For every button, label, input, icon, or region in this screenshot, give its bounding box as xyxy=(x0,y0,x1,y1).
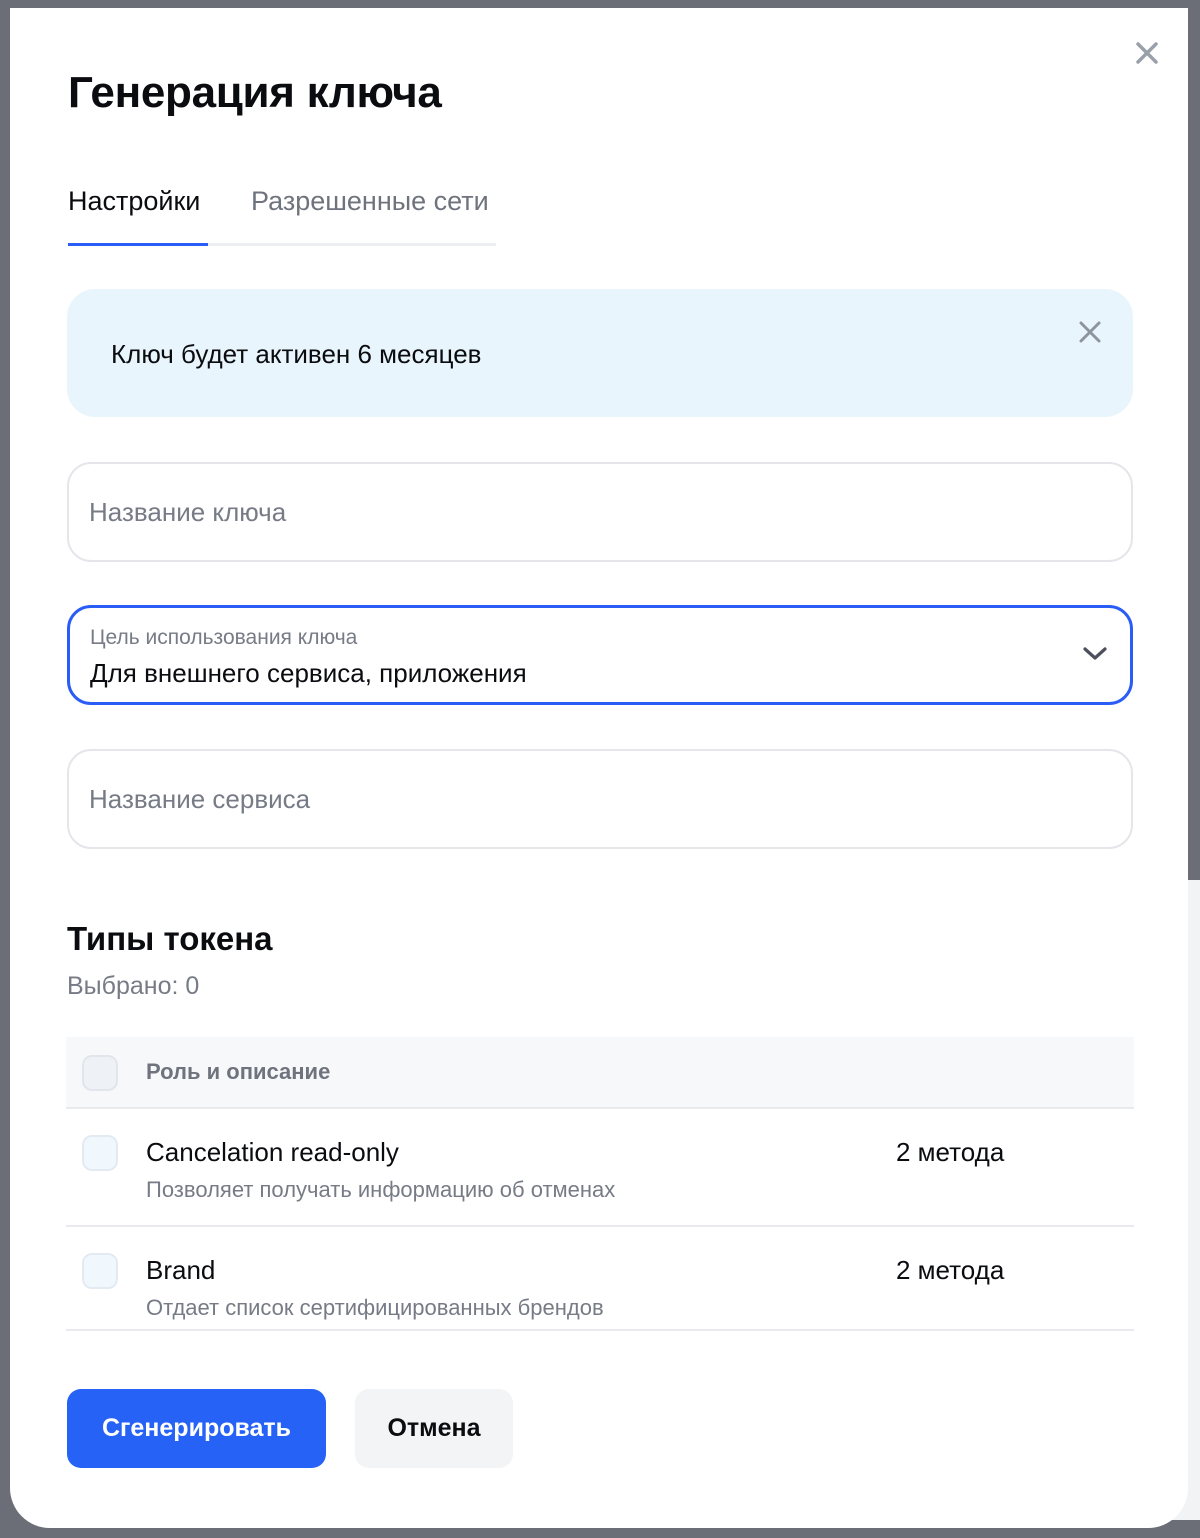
generate-key-dialog: Генерация ключа Настройки Разрешенные се… xyxy=(10,8,1188,1528)
tab-bar: Настройки Разрешенные сети xyxy=(68,186,496,246)
chevron-down-icon xyxy=(1083,647,1107,660)
row-checkbox[interactable] xyxy=(82,1253,118,1289)
tab-settings[interactable]: Настройки xyxy=(68,186,200,217)
table-row[interactable]: Brand Отдает список сертифицированных бр… xyxy=(66,1227,1134,1331)
key-name-input[interactable] xyxy=(89,464,1089,560)
info-notice: Ключ будет активен 6 месяцев xyxy=(67,289,1133,417)
token-type-description: Отдает список сертифицированных брендов xyxy=(146,1295,604,1320)
service-name-field[interactable] xyxy=(67,749,1133,849)
table-header: Роль и описание xyxy=(66,1037,1134,1109)
token-types-table: Роль и описание Cancelation read-only По… xyxy=(66,1037,1134,1331)
dialog-title: Генерация ключа xyxy=(68,68,442,117)
generate-button[interactable]: Сгенерировать xyxy=(67,1389,326,1468)
close-icon[interactable] xyxy=(1077,319,1103,345)
purpose-select[interactable]: Цель использования ключа Для внешнего се… xyxy=(67,605,1133,705)
table-row[interactable]: Cancelation read-only Позволяет получать… xyxy=(66,1109,1134,1227)
column-header-role: Роль и описание xyxy=(146,1059,331,1084)
purpose-select-value: Для внешнего сервиса, приложения xyxy=(90,658,527,688)
selected-count: Выбрано: 0 xyxy=(67,972,200,1000)
key-name-field[interactable] xyxy=(67,462,1133,562)
active-tab-indicator xyxy=(68,243,208,246)
tab-allowed-networks[interactable]: Разрешенные сети xyxy=(251,186,489,217)
token-type-methods: 2 метода xyxy=(896,1137,1005,1167)
notice-text: Ключ будет активен 6 месяцев xyxy=(111,339,482,369)
token-type-description: Позволяет получать информацию об отменах xyxy=(146,1177,616,1202)
token-type-name: Cancelation read-only xyxy=(146,1137,399,1167)
close-icon[interactable] xyxy=(1132,38,1162,68)
token-types-title: Типы токена xyxy=(67,920,273,957)
row-checkbox[interactable] xyxy=(82,1135,118,1171)
purpose-select-label: Цель использования ключа xyxy=(90,626,358,649)
token-type-name: Brand xyxy=(146,1255,216,1285)
token-type-methods: 2 метода xyxy=(896,1255,1005,1285)
service-name-input[interactable] xyxy=(89,751,1089,847)
cancel-button[interactable]: Отмена xyxy=(355,1389,513,1468)
select-all-checkbox[interactable] xyxy=(82,1055,118,1091)
